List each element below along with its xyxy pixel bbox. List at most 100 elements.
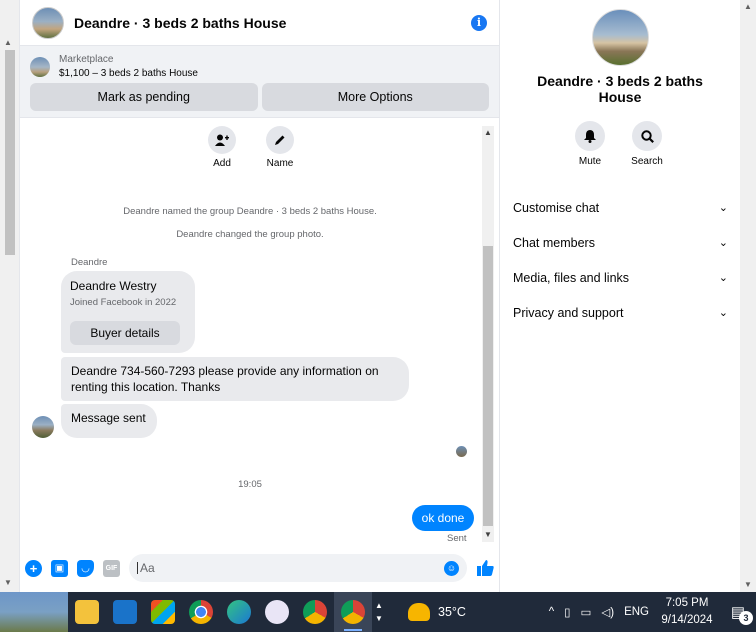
message-bubble[interactable]: Message sent bbox=[61, 404, 157, 438]
chevron-down-icon: ⌄ bbox=[718, 272, 728, 284]
sent-status: Sent bbox=[447, 533, 467, 544]
scroll-down-arrow[interactable]: ▼ bbox=[744, 580, 752, 589]
edge-icon bbox=[227, 600, 251, 624]
buyer-name: Deandre Westry bbox=[70, 279, 157, 293]
message-input[interactable]: Aa ☺ bbox=[129, 554, 467, 582]
section-privacy-support[interactable]: Privacy and support ⌄ bbox=[513, 295, 728, 330]
temperature: 35°C bbox=[438, 605, 466, 619]
notification-count: 3 bbox=[739, 611, 753, 625]
sender-avatar[interactable] bbox=[32, 416, 54, 438]
section-chat-members[interactable]: Chat members ⌄ bbox=[513, 225, 728, 260]
weather-widget[interactable]: 35°C bbox=[408, 603, 466, 621]
chevron-down-icon: ⌄ bbox=[718, 202, 728, 214]
scroll-down-arrow[interactable]: ▼ bbox=[484, 530, 492, 539]
chat-window: Deandre · 3 beds 2 baths House i Marketp… bbox=[20, 0, 500, 592]
chrome-active-app[interactable] bbox=[334, 592, 372, 632]
system-message: Deandre named the group Deandre · 3 beds… bbox=[123, 206, 377, 217]
active-indicator bbox=[344, 629, 362, 631]
mark-pending-button[interactable]: Mark as pending bbox=[30, 83, 258, 111]
search-icon[interactable] bbox=[632, 121, 662, 151]
add-person-icon[interactable] bbox=[208, 126, 236, 154]
panel-sections: Customise chat ⌄ Chat members ⌄ Media, f… bbox=[513, 190, 728, 330]
outgoing-message-bubble[interactable]: ok done bbox=[412, 505, 474, 531]
buyer-card: Deandre Westry Joined Facebook in 2022 B… bbox=[61, 271, 195, 353]
system-tray: ^ ▯ ▭ ◁) ENG bbox=[544, 605, 654, 619]
chevron-down-icon: ⌄ bbox=[718, 307, 728, 319]
scroll-down-arrow[interactable]: ▼ bbox=[4, 578, 12, 587]
message-placeholder: Aa bbox=[140, 561, 155, 575]
mute-action[interactable]: Mute bbox=[565, 121, 615, 167]
messages-scrollbar[interactable]: ▲ ▼ bbox=[482, 126, 494, 542]
language-indicator[interactable]: ENG bbox=[624, 606, 649, 618]
sticker-icon[interactable]: ◡ bbox=[77, 559, 94, 577]
volume-icon[interactable]: ◁) bbox=[601, 605, 614, 619]
buyer-details-button[interactable]: Buyer details bbox=[70, 321, 180, 345]
snip-app[interactable] bbox=[258, 592, 296, 632]
emoji-icon[interactable]: ☺ bbox=[444, 560, 459, 576]
folder-icon bbox=[75, 600, 99, 624]
mail-app[interactable] bbox=[106, 592, 144, 632]
pencil-icon[interactable] bbox=[266, 126, 294, 154]
read-receipt-avatar bbox=[456, 446, 467, 457]
clock[interactable]: 7:05 PM 9/14/2024 bbox=[654, 595, 720, 629]
marketplace-label: Marketplace bbox=[59, 54, 114, 65]
marketplace-banner: Marketplace $1,100 – 3 beds 2 baths Hous… bbox=[20, 46, 499, 118]
chrome-icon bbox=[189, 600, 213, 624]
network-icon[interactable]: ▭ bbox=[581, 605, 592, 619]
scrollbar-thumb[interactable] bbox=[483, 246, 493, 526]
scroll-up-arrow[interactable]: ▲ bbox=[4, 38, 12, 47]
start-button[interactable] bbox=[0, 592, 68, 632]
more-options-button[interactable]: More Options bbox=[261, 83, 489, 111]
panel-title: Deandre · 3 beds 2 baths House bbox=[537, 73, 703, 105]
notification-center[interactable]: ▤ 3 bbox=[720, 592, 756, 632]
group-avatar[interactable] bbox=[32, 6, 64, 39]
weather-icon bbox=[408, 603, 430, 621]
image-icon[interactable]: ▣ bbox=[51, 559, 68, 577]
buyer-joined: Joined Facebook in 2022 bbox=[70, 297, 177, 308]
section-label: Media, files and links bbox=[513, 270, 630, 285]
add-people-action[interactable]: Add bbox=[202, 126, 242, 169]
name-group-action[interactable]: Name bbox=[260, 126, 300, 169]
taskbar: ▲ ▼ 35°C ^ ▯ ▭ ◁) ENG 7:05 PM 9/14/2024 ▤… bbox=[0, 592, 756, 632]
chrome-app[interactable] bbox=[182, 592, 220, 632]
search-label: Search bbox=[631, 156, 663, 167]
page-scrollbar[interactable]: ▲ ▼ bbox=[0, 0, 20, 592]
scissors-icon bbox=[265, 600, 289, 624]
listing-thumbnail[interactable] bbox=[30, 56, 50, 77]
scroll-up-arrow[interactable]: ▲ bbox=[744, 2, 752, 11]
message-timestamp: 19:05 bbox=[238, 479, 262, 490]
sender-name: Deandre bbox=[71, 257, 108, 268]
chrome-profile-app[interactable] bbox=[296, 592, 334, 632]
search-action[interactable]: Search bbox=[622, 121, 672, 167]
section-media-files-links[interactable]: Media, files and links ⌄ bbox=[513, 260, 728, 295]
clock-time: 7:05 PM bbox=[665, 597, 709, 609]
scroll-up-arrow[interactable]: ▲ bbox=[484, 128, 492, 137]
listing-summary[interactable]: $1,100 – 3 beds 2 baths House bbox=[59, 68, 198, 79]
conversation-title[interactable]: Deandre · 3 beds 2 baths House bbox=[74, 15, 286, 31]
store-app[interactable] bbox=[144, 592, 182, 632]
section-label: Chat members bbox=[513, 235, 595, 250]
store-icon bbox=[151, 600, 175, 624]
bell-icon[interactable] bbox=[575, 121, 605, 151]
system-message: Deandre changed the group photo. bbox=[176, 229, 324, 240]
text-caret bbox=[137, 562, 138, 574]
plus-icon[interactable]: + bbox=[25, 559, 42, 577]
info-icon[interactable]: i bbox=[471, 14, 487, 31]
file-explorer-app[interactable] bbox=[68, 592, 106, 632]
panel-scrollbar[interactable]: ▲ ▼ bbox=[740, 0, 756, 592]
section-label: Customise chat bbox=[513, 200, 600, 215]
name-label: Name bbox=[266, 158, 294, 169]
meet-icon[interactable]: ▯ bbox=[564, 605, 570, 619]
thumbs-up-icon[interactable] bbox=[475, 558, 495, 578]
chevron-up-icon[interactable]: ^ bbox=[549, 606, 554, 618]
message-bubble[interactable]: Deandre 734-560-7293 please provide any … bbox=[61, 357, 409, 401]
edge-app[interactable] bbox=[220, 592, 258, 632]
message-list: Add Name Deandre named the group Deandre… bbox=[20, 126, 500, 546]
chevron-down-icon: ⌄ bbox=[718, 237, 728, 249]
section-customise-chat[interactable]: Customise chat ⌄ bbox=[513, 190, 728, 225]
group-photo[interactable] bbox=[592, 9, 649, 66]
gif-icon[interactable]: GIF bbox=[103, 559, 120, 577]
scrollbar-thumb[interactable] bbox=[5, 50, 15, 255]
clock-date: 9/14/2024 bbox=[661, 614, 713, 626]
taskbar-overflow[interactable]: ▲ ▼ bbox=[372, 599, 386, 625]
